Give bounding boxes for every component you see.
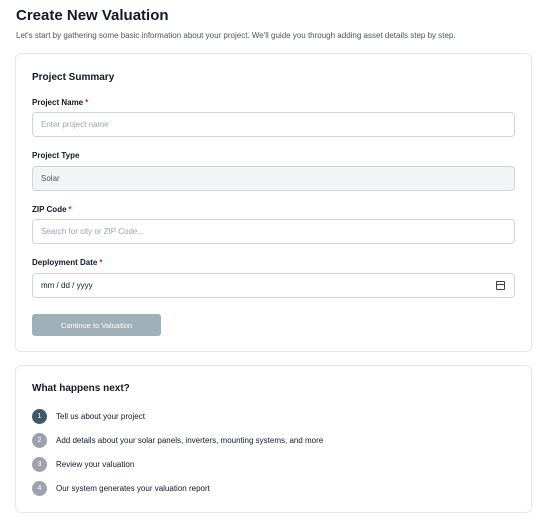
what-happens-next-card: What happens next? 1 Tell us about your … <box>15 365 532 513</box>
deployment-date-value[interactable]: mm / dd / yyyy <box>41 281 93 290</box>
project-type-value: Solar <box>41 174 60 183</box>
project-type-field: Solar <box>32 166 515 191</box>
required-mark: * <box>99 258 103 267</box>
step-text: Add details about your solar panels, inv… <box>56 435 324 445</box>
project-type-label: Project Type <box>32 151 80 160</box>
step-text: Tell us about your project <box>56 411 145 421</box>
deployment-date-label: Deployment Date * <box>32 258 102 267</box>
create-valuation-page: Create New Valuation Let's start by gath… <box>0 0 549 525</box>
step-item: 4 Our system generates your valuation re… <box>32 480 210 496</box>
step-number-badge: 2 <box>32 432 47 448</box>
step-number-badge: 4 <box>32 480 47 496</box>
page-subtitle: Let's start by gathering some basic info… <box>16 31 456 40</box>
required-mark: * <box>85 98 89 107</box>
zip-code-label: ZIP Code * <box>32 205 72 214</box>
project-summary-card: Project Summary Project Name* Project Ty… <box>15 53 532 352</box>
project-name-field[interactable] <box>32 112 515 137</box>
continue-to-valuation-button[interactable]: Continue to Valuation <box>32 314 161 336</box>
what-happens-next-title: What happens next? <box>32 383 130 394</box>
zip-code-label-text: ZIP Code <box>32 205 67 214</box>
step-item: 3 Review your valuation <box>32 456 134 472</box>
page-title: Create New Valuation <box>16 7 169 24</box>
step-item: 1 Tell us about your project <box>32 408 145 424</box>
project-name-label: Project Name * <box>32 98 88 107</box>
project-name-input[interactable] <box>41 120 514 129</box>
deployment-date-label-text: Deployment Date <box>32 258 98 267</box>
deployment-date-field[interactable]: mm / dd / yyyy <box>32 273 515 298</box>
step-item: 2 Add details about your solar panels, i… <box>32 432 323 448</box>
zip-code-input[interactable] <box>41 227 514 236</box>
project-summary-title: Project Summary <box>32 72 115 83</box>
required-mark: * <box>68 205 72 214</box>
step-text: Review your valuation <box>56 459 135 469</box>
step-text: Our system generates your valuation repo… <box>56 483 210 493</box>
step-number-badge: 1 <box>32 408 47 424</box>
project-name-label-text: Project Name <box>32 98 84 107</box>
step-number-badge: 3 <box>32 456 47 472</box>
zip-code-field[interactable] <box>32 219 515 244</box>
calendar-icon[interactable] <box>496 281 505 290</box>
